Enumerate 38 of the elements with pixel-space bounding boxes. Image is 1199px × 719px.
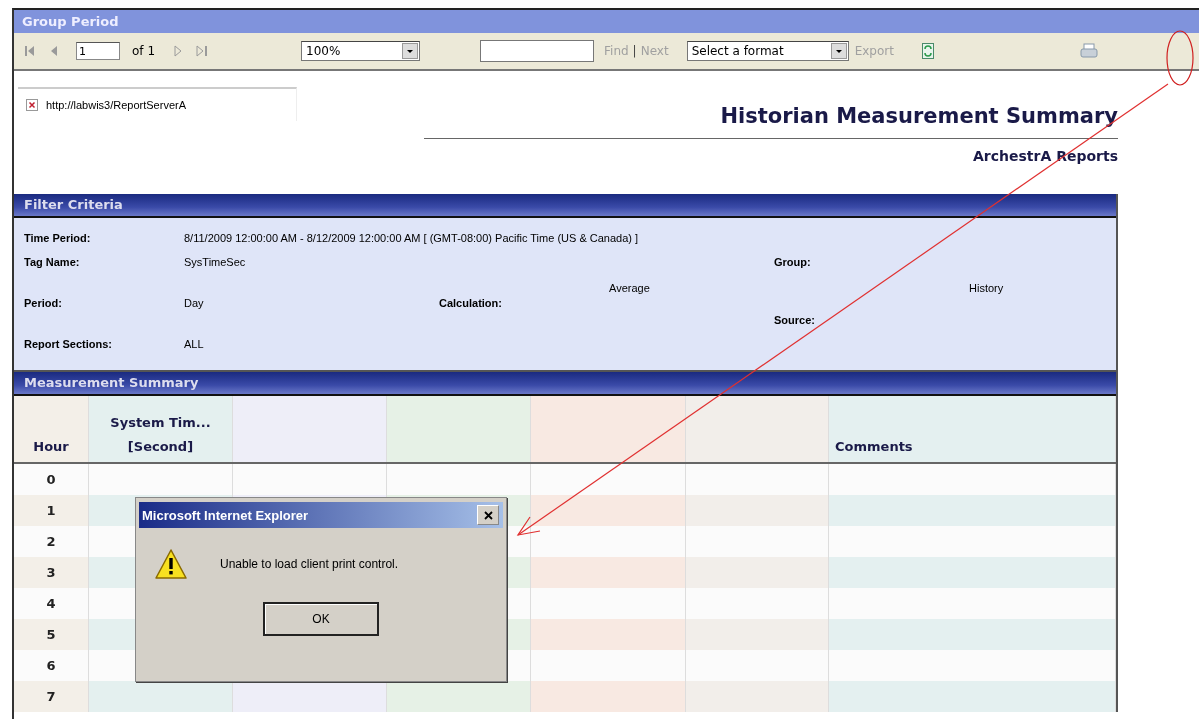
link-separator: | <box>632 44 637 58</box>
format-dropdown[interactable]: Select a format <box>686 41 849 61</box>
column-unit: [Second] <box>127 439 194 454</box>
field-value: ALL <box>184 338 205 350</box>
field-value: SysTimeSec <box>184 256 247 268</box>
column-title: Comments <box>835 439 913 454</box>
ok-button[interactable]: OK <box>263 602 379 636</box>
hour-value: 2 <box>46 533 56 551</box>
field-label: Source: <box>774 314 816 326</box>
report-title: Historian Measurement Summary <box>424 104 1118 139</box>
field-label: Tag Name: <box>24 256 81 268</box>
window-title: Group Period <box>14 10 1199 33</box>
hour-value: 4 <box>46 595 56 613</box>
field-value: Day <box>184 297 205 309</box>
field-value: Average <box>609 282 651 294</box>
hour-value: 1 <box>46 502 56 520</box>
field-label: Time Period: <box>24 232 92 244</box>
dialog-title: Microsoft Internet Explorer <box>142 507 309 523</box>
section-header: Measurement Summary <box>14 372 1116 396</box>
field-value: History <box>969 282 1005 294</box>
field-value: 8/11/2009 12:00:00 AM - 8/12/2009 12:00:00 AM [ (GMT-08:00) Pacific Time (US & Canada) ] <box>184 232 640 244</box>
column-title: System Tim... <box>110 415 211 430</box>
field-label: Period: <box>24 297 63 309</box>
dialog-message: Unable to load client print control. <box>220 557 399 571</box>
hour-value: 7 <box>46 688 56 706</box>
field-label: Group: <box>774 256 812 268</box>
page-count: of 1 <box>132 44 155 58</box>
hour-value: 5 <box>46 626 56 644</box>
hour-value: 6 <box>46 657 56 675</box>
column-title: Hour <box>33 439 69 454</box>
field-label: Calculation: <box>439 297 503 309</box>
image-url: http://labwis3/ReportServerA <box>46 99 186 111</box>
hour-value: 3 <box>46 564 56 582</box>
field-label: Report Sections: <box>24 338 113 350</box>
zoom-dropdown[interactable]: 100% <box>301 41 420 61</box>
section-header: Filter Criteria <box>14 194 1116 218</box>
page-number-field[interactable]: 1 <box>76 42 120 60</box>
hour-value: 0 <box>46 471 56 489</box>
